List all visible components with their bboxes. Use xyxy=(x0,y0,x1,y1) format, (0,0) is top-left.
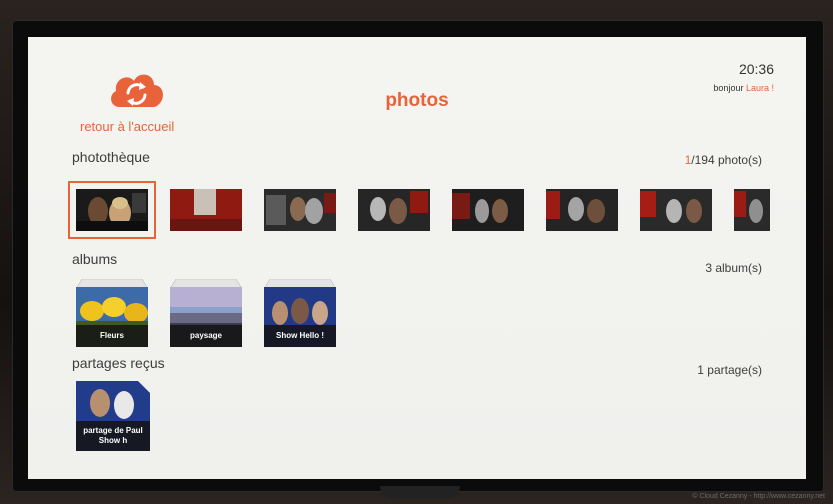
photo-thumbnail[interactable] xyxy=(264,189,336,231)
section-title-albums: albums xyxy=(72,251,118,267)
photo-thumbnail[interactable] xyxy=(452,189,524,231)
home-link[interactable]: retour à l'accueil xyxy=(80,119,174,134)
photo-thumbnail[interactable] xyxy=(640,189,712,231)
album-label: paysage xyxy=(170,325,242,347)
album-label: Fleurs xyxy=(76,325,148,347)
library-count: 1/194 photo(s) xyxy=(685,153,762,167)
page-title: photos xyxy=(385,90,449,111)
user-name: Laura ! xyxy=(745,83,774,93)
greeting: bonjour Laura ! xyxy=(713,83,774,93)
library-total: /194 photo(s) xyxy=(691,153,762,167)
tv-stand xyxy=(380,486,460,498)
share-tile[interactable]: partage de Paul Show h xyxy=(76,381,150,451)
photo-thumbnail[interactable] xyxy=(358,189,430,231)
album-label: Show Hello ! xyxy=(264,325,336,347)
photo-thumbnail[interactable] xyxy=(546,189,618,231)
tv-screen: retour à l'accueil photos 20:36 bonjour … xyxy=(28,37,806,479)
greeting-text: bonjour xyxy=(713,83,744,93)
album-tile-paysage[interactable]: paysage xyxy=(170,279,242,347)
photo-thumbnail[interactable] xyxy=(170,189,242,231)
section-title-library: photothèque xyxy=(72,149,150,165)
album-tile-fleurs[interactable]: Fleurs xyxy=(76,279,148,347)
clock: 20:36 xyxy=(738,61,774,77)
watermark: © Cloud Cezanny - http://www.cezanny.net xyxy=(692,493,825,500)
section-title-shares: partages reçus xyxy=(72,355,165,371)
photo-thumbnail[interactable] xyxy=(734,189,770,231)
album-tile-show-hello[interactable]: Show Hello ! xyxy=(264,279,336,347)
shares-count: 1 partage(s) xyxy=(697,363,762,377)
share-label: partage de Paul Show h xyxy=(76,421,150,451)
albums-count: 3 album(s) xyxy=(705,261,762,275)
photo-thumbnail[interactable] xyxy=(68,181,156,239)
